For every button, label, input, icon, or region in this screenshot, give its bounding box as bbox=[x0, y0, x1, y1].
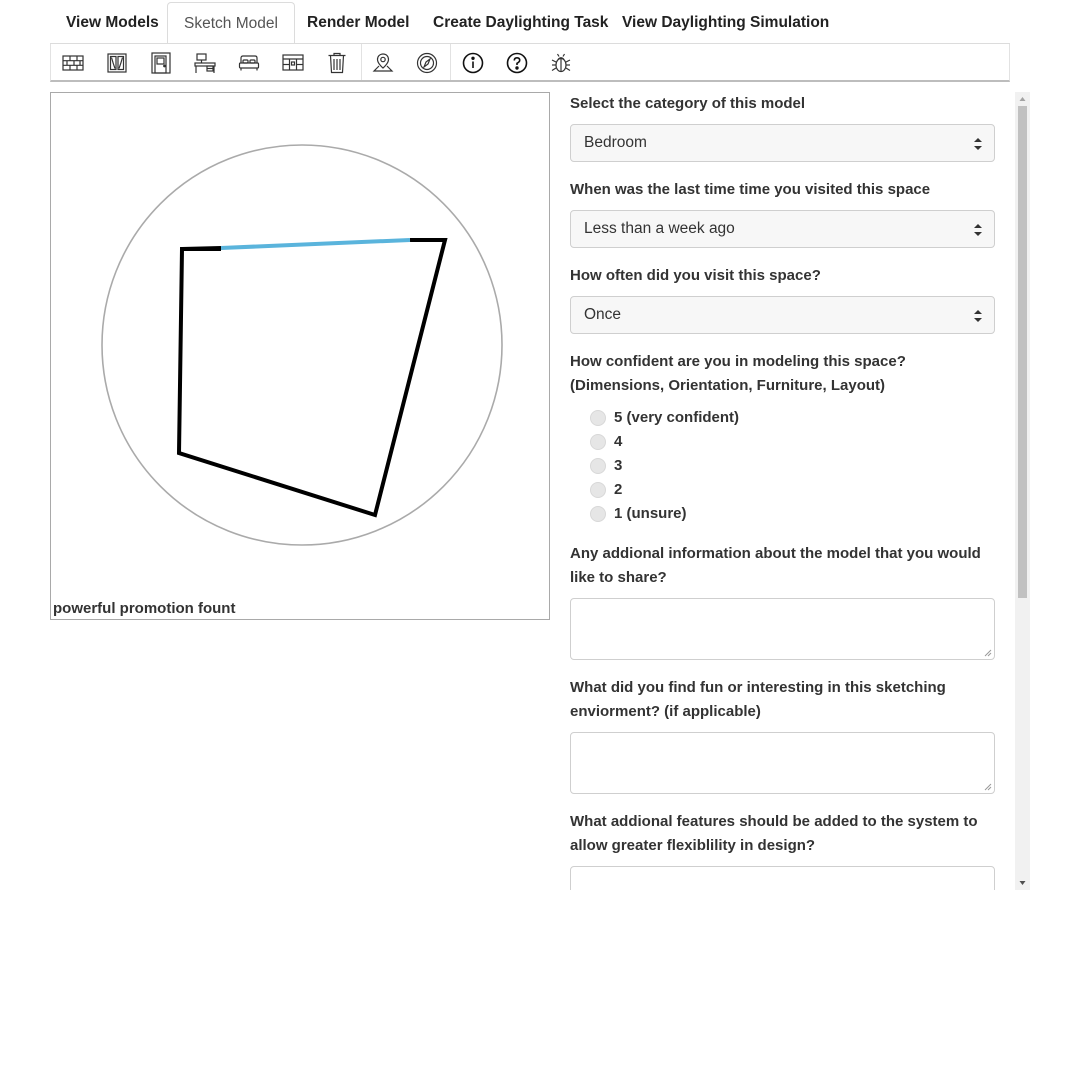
frequency-question: How often did you visit this space? bbox=[570, 267, 821, 284]
orientation-circle bbox=[101, 144, 503, 546]
wall-icon[interactable] bbox=[61, 51, 85, 75]
room-sketch[interactable] bbox=[51, 93, 549, 619]
sketch-canvas[interactable]: powerful promotion fount bbox=[50, 92, 550, 620]
radio-label: 5 (very confident) bbox=[614, 409, 740, 426]
toolbar-separator bbox=[361, 44, 362, 80]
scroll-down-icon[interactable] bbox=[1015, 876, 1030, 890]
confidence-question: How confident are you in modeling this s… bbox=[570, 353, 906, 394]
radio-button[interactable] bbox=[590, 410, 606, 426]
select-arrows-icon bbox=[974, 224, 982, 236]
radio-label: 1 (unsure) bbox=[614, 505, 687, 522]
window-segment bbox=[220, 238, 411, 250]
tab-sketch-model[interactable]: Sketch Model bbox=[167, 2, 295, 44]
wall-segment bbox=[181, 246, 222, 251]
tab-create-daylighting-task[interactable]: Create Daylighting Task bbox=[417, 2, 624, 44]
category-select-value: Bedroom bbox=[584, 134, 647, 151]
bed-icon[interactable] bbox=[237, 51, 261, 75]
fun-question: What did you find fun or interesting in … bbox=[570, 679, 946, 720]
room-walls bbox=[176, 238, 448, 518]
last-visit-select-value: Less than a week ago bbox=[584, 220, 735, 237]
bug-icon[interactable] bbox=[549, 51, 573, 75]
location-pin-icon[interactable] bbox=[371, 51, 395, 75]
frequency-select-value: Once bbox=[584, 306, 622, 323]
frequency-select[interactable]: Once bbox=[570, 296, 995, 334]
select-arrows-icon bbox=[974, 310, 982, 322]
resize-grip-icon[interactable] bbox=[984, 649, 992, 657]
last-visit-select[interactable]: Less than a week ago bbox=[570, 210, 995, 248]
radio-button[interactable] bbox=[590, 506, 606, 522]
window-icon[interactable] bbox=[105, 51, 129, 75]
canvas-label: powerful promotion fount bbox=[53, 600, 236, 617]
radio-label: 3 bbox=[614, 457, 623, 474]
help-icon[interactable] bbox=[505, 51, 529, 75]
features-textarea[interactable] bbox=[570, 866, 995, 890]
model-questionnaire: Select the category of this model Bedroo… bbox=[570, 92, 995, 890]
tab-view-models[interactable]: View Models bbox=[50, 2, 175, 44]
tab-render-model[interactable]: Render Model bbox=[291, 2, 425, 44]
radio-label: 4 bbox=[614, 433, 623, 450]
compass-icon[interactable] bbox=[415, 51, 439, 75]
last-visit-question: When was the last time time you visited … bbox=[570, 181, 931, 198]
info-icon[interactable] bbox=[461, 51, 485, 75]
door-icon[interactable] bbox=[149, 51, 173, 75]
tab-bar: View Models Sketch Model Render Model Cr… bbox=[50, 0, 1010, 44]
additional-info-question: Any addional information about the model… bbox=[570, 545, 981, 586]
radio-label: 2 bbox=[614, 481, 623, 498]
radio-button[interactable] bbox=[590, 458, 606, 474]
wardrobe-icon[interactable] bbox=[281, 51, 305, 75]
toolbar-separator bbox=[450, 44, 451, 80]
fun-textarea[interactable] bbox=[570, 732, 995, 794]
tab-view-daylighting-simulation[interactable]: View Daylighting Simulation bbox=[606, 2, 845, 44]
radio-button[interactable] bbox=[590, 434, 606, 450]
desk-icon[interactable] bbox=[193, 51, 217, 75]
select-arrows-icon bbox=[974, 138, 982, 150]
scrollbar-thumb[interactable] bbox=[1018, 106, 1027, 598]
category-question: Select the category of this model bbox=[570, 95, 806, 112]
trash-icon[interactable] bbox=[325, 51, 349, 75]
category-select[interactable]: Bedroom bbox=[570, 124, 995, 162]
additional-info-textarea[interactable] bbox=[570, 598, 995, 660]
sketch-toolbar bbox=[50, 44, 1010, 82]
radio-button[interactable] bbox=[590, 482, 606, 498]
form-scrollbar[interactable] bbox=[1015, 92, 1030, 890]
resize-grip-icon[interactable] bbox=[984, 783, 992, 791]
scroll-up-icon[interactable] bbox=[1015, 92, 1030, 106]
features-question: What addional features should be added t… bbox=[570, 813, 978, 854]
